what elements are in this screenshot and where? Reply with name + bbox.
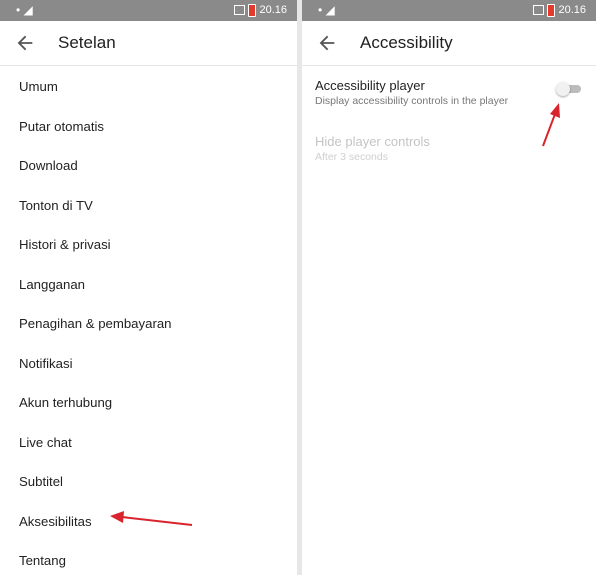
menu-item-putar-otomatis[interactable]: Putar otomatis bbox=[0, 107, 297, 147]
menu-item-tentang[interactable]: Tentang bbox=[0, 541, 297, 575]
menu-item-akun-terhubung[interactable]: Akun terhubung bbox=[0, 383, 297, 423]
menu-item-histori-privasi[interactable]: Histori & privasi bbox=[0, 225, 297, 265]
accessibility-screen: • ◢ 20.16 Accessibility Accessibility pl… bbox=[302, 0, 596, 575]
back-arrow-icon[interactable] bbox=[316, 32, 338, 54]
settings-list: Umum Putar otomatis Download Tonton di T… bbox=[0, 66, 297, 575]
page-title: Accessibility bbox=[360, 33, 453, 52]
settings-screen: • ◢ 20.16 Setelan Umum Putar otomatis Do… bbox=[0, 0, 297, 575]
menu-item-aksesibilitas[interactable]: Aksesibilitas bbox=[0, 502, 297, 542]
menu-item-umum[interactable]: Umum bbox=[0, 67, 297, 107]
menu-item-subtitel[interactable]: Subtitel bbox=[0, 462, 297, 502]
status-bar: • ◢ 20.16 bbox=[0, 0, 297, 21]
network-icon bbox=[533, 5, 545, 15]
setting-hide-player-controls: Hide player controls After 3 seconds bbox=[302, 134, 596, 164]
menu-item-penagihan[interactable]: Penagihan & pembayaran bbox=[0, 304, 297, 344]
battery-low-icon bbox=[547, 3, 556, 17]
sim-signal-icon: • ◢ bbox=[318, 3, 335, 17]
page-title: Setelan bbox=[58, 33, 116, 52]
menu-item-langganan[interactable]: Langganan bbox=[0, 265, 297, 305]
menu-item-download[interactable]: Download bbox=[0, 146, 297, 186]
sim-signal-icon: • ◢ bbox=[16, 3, 33, 17]
menu-item-tonton-di-tv[interactable]: Tonton di TV bbox=[0, 186, 297, 226]
network-icon bbox=[234, 5, 246, 15]
app-bar: Accessibility bbox=[302, 21, 596, 66]
back-arrow-icon[interactable] bbox=[14, 32, 36, 54]
menu-item-live-chat[interactable]: Live chat bbox=[0, 423, 297, 463]
toggle-thumb bbox=[556, 82, 570, 96]
status-bar: • ◢ 20.16 bbox=[302, 0, 596, 21]
setting-subtitle: Display accessibility controls in the pl… bbox=[315, 95, 509, 107]
setting-title: Hide player controls bbox=[315, 134, 430, 149]
setting-accessibility-player[interactable]: Accessibility player Display accessibili… bbox=[302, 78, 596, 108]
accessibility-player-toggle[interactable] bbox=[556, 81, 582, 96]
menu-item-notifikasi[interactable]: Notifikasi bbox=[0, 344, 297, 384]
setting-title: Accessibility player bbox=[315, 78, 425, 93]
setting-subtitle: After 3 seconds bbox=[315, 151, 388, 163]
status-time: 20.16 bbox=[558, 4, 586, 16]
app-bar: Setelan bbox=[0, 21, 297, 66]
status-time: 20.16 bbox=[259, 4, 287, 16]
battery-low-icon bbox=[248, 3, 257, 17]
